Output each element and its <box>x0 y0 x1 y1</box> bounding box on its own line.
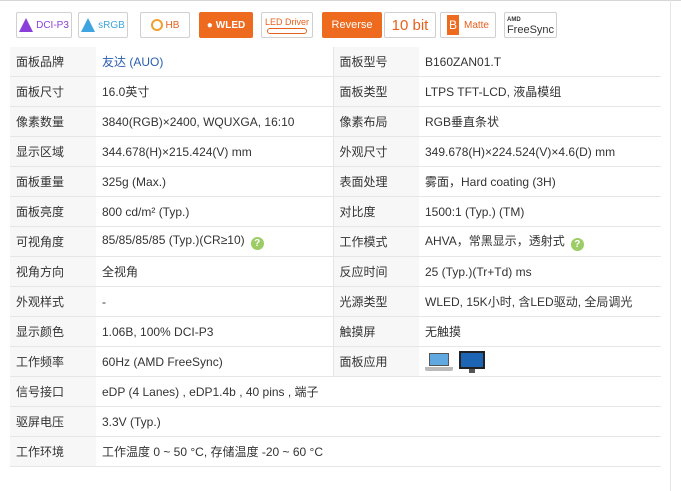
spec-label: 像素数量 <box>10 106 96 137</box>
spec-value: LTPS TFT-LCD, 液晶模组 <box>419 76 661 107</box>
spec-label: 面板尺寸 <box>10 76 96 107</box>
spec-value: eDP (4 Lanes) , eDP1.4b , 40 pins , 端子 <box>96 376 661 407</box>
table-row: 外观样式 - 光源类型 WLED, 15K小时, 含LED驱动, 全局调光 <box>10 286 661 317</box>
table-row: 可视角度 85/85/85/85 (Typ.)(CR≥10)? 工作模式 AHV… <box>10 226 661 257</box>
spec-page: DCI-P3 sRGB HB ● WLED LED Driver Reverse… <box>0 0 681 491</box>
table-row: 显示区域 344.678(H)×215.424(V) mm 外观尺寸 349.6… <box>10 136 661 167</box>
led-strip-icon <box>267 27 307 34</box>
table-row: 工作频率 60Hz (AMD FreeSync) 面板应用 <box>10 346 661 377</box>
badge-reverse-label: Reverse <box>331 19 373 31</box>
top-divider <box>0 0 681 1</box>
table-row: 工作环境 工作温度 0 ~ 50 °C, 存储温度 -20 ~ 60 °C <box>10 436 661 467</box>
sun-icon <box>150 19 163 31</box>
spec-value: 325g (Max.) <box>96 166 333 197</box>
matte-icon: B <box>446 15 459 35</box>
spec-value: 344.678(H)×215.424(V) mm <box>96 136 333 167</box>
table-row: 面板亮度 800 cd/m² (Typ.) 对比度 1500:1 (Typ.) … <box>10 196 661 227</box>
badge-srgb-label: sRGB <box>98 19 125 31</box>
badge-freesync-label: FreeSync <box>506 24 555 36</box>
spec-label: 工作模式 <box>332 226 419 257</box>
spec-value: 25 (Typ.)(Tr+Td) ms <box>419 256 661 287</box>
spec-value: 16.0英寸 <box>96 76 333 107</box>
table-row: 驱屏电压 3.3V (Typ.) <box>10 406 661 437</box>
spec-label: 驱屏电压 <box>10 406 96 437</box>
spec-value: 85/85/85/85 (Typ.)(CR≥10)? <box>96 226 333 257</box>
right-divider <box>670 0 671 491</box>
spec-value: 雾面，Hard coating (3H) <box>419 166 661 197</box>
badge-dci-p3-label: DCI-P3 <box>36 19 69 31</box>
spec-label: 对比度 <box>332 196 419 227</box>
color-gamut-icon <box>81 18 96 32</box>
color-gamut-icon <box>19 18 34 32</box>
spec-label: 工作环境 <box>10 436 96 467</box>
badge-led-driver-label: LED Driver <box>264 16 309 27</box>
spec-label: 面板亮度 <box>10 196 96 227</box>
spec-value: AHVA，常黑显示，透射式? <box>419 226 661 257</box>
table-row: 视角方向 全视角 反应时间 25 (Typ.)(Tr+Td) ms <box>10 256 661 287</box>
spec-label: 显示颜色 <box>10 316 96 347</box>
spec-label: 表面处理 <box>332 166 419 197</box>
table-row: 信号接口 eDP (4 Lanes) , eDP1.4b , 40 pins ,… <box>10 376 661 407</box>
spec-value: 无触摸 <box>419 316 661 347</box>
spec-value: 349.678(H)×224.524(V)×4.6(D) mm <box>419 136 661 167</box>
spec-label: 面板应用 <box>332 346 419 377</box>
spec-value: RGB垂直条状 <box>419 106 661 137</box>
question-circle-icon[interactable]: ? <box>570 238 584 251</box>
spec-label: 可视角度 <box>10 226 96 257</box>
table-row: 面板品牌 友达 (AUO) 面板型号 B160ZAN01.T <box>10 47 661 77</box>
spec-table: 面板品牌 友达 (AUO) 面板型号 B160ZAN01.T 面板尺寸 16.0… <box>10 47 661 467</box>
spec-label: 工作频率 <box>10 346 96 377</box>
badge-10bit: 10 bit <box>384 12 436 38</box>
viewing-angle-value: 85/85/85/85 (Typ.)(CR≥10) <box>102 233 245 247</box>
spec-value: 全视角 <box>96 256 333 287</box>
spec-label: 光源类型 <box>332 286 419 317</box>
table-row: 显示颜色 1.06B, 100% DCI-P3 触摸屏 无触摸 <box>10 316 661 347</box>
spec-value-apps <box>419 346 661 377</box>
badge-10bit-label: 10 bit <box>391 16 429 34</box>
spec-label: 视角方向 <box>10 256 96 287</box>
spec-label: 触摸屏 <box>332 316 419 347</box>
badge-hb: HB <box>140 12 190 38</box>
badge-srgb: sRGB <box>78 12 128 38</box>
spec-value: 1.06B, 100% DCI-P3 <box>96 316 333 347</box>
spec-table-body: 面板品牌 友达 (AUO) 面板型号 B160ZAN01.T 面板尺寸 16.0… <box>10 47 661 467</box>
question-circle-icon[interactable]: ? <box>250 237 264 250</box>
badge-led-driver: LED Driver <box>261 12 313 38</box>
spec-value: 工作温度 0 ~ 50 °C, 存储温度 -20 ~ 60 °C <box>96 436 661 467</box>
spec-label: 像素布局 <box>332 106 419 137</box>
spec-value: 800 cd/m² (Typ.) <box>96 196 333 227</box>
spec-value: 3.3V (Typ.) <box>96 406 661 437</box>
laptop-icon[interactable] <box>425 352 453 371</box>
spec-label: 面板重量 <box>10 166 96 197</box>
spec-label: 显示区域 <box>10 136 96 167</box>
monitor-icon[interactable] <box>459 350 485 373</box>
table-row: 面板重量 325g (Max.) 表面处理 雾面，Hard coating (3… <box>10 166 661 197</box>
table-row: 像素数量 3840(RGB)×2400, WQUXGA, 16:10 像素布局 … <box>10 106 661 137</box>
table-row: 面板尺寸 16.0英寸 面板类型 LTPS TFT-LCD, 液晶模组 <box>10 76 661 107</box>
spec-label: 面板类型 <box>332 76 419 107</box>
operating-mode-value: AHVA，常黑显示，透射式 <box>425 234 565 248</box>
bulb-icon: ● <box>206 19 213 31</box>
badge-hb-label: HB <box>165 19 180 31</box>
spec-label: 信号接口 <box>10 376 96 407</box>
spec-value: WLED, 15K小时, 含LED驱动, 全局调光 <box>419 286 661 317</box>
spec-label: 反应时间 <box>332 256 419 287</box>
spec-value: - <box>96 286 333 317</box>
badge-matte-label: Matte <box>463 19 489 31</box>
badge-wled-label: WLED <box>215 19 246 31</box>
spec-label: 面板型号 <box>332 47 419 77</box>
badge-freesync: AMD FreeSync <box>504 12 557 38</box>
spec-value: 3840(RGB)×2400, WQUXGA, 16:10 <box>96 106 333 137</box>
spec-value: 60Hz (AMD FreeSync) <box>96 346 333 377</box>
badge-dci-p3: DCI-P3 <box>16 12 72 38</box>
spec-value: 友达 (AUO) <box>96 47 333 77</box>
badge-wled: ● WLED <box>199 12 253 38</box>
spec-value: 1500:1 (Typ.) (TM) <box>419 196 661 227</box>
spec-label: 面板品牌 <box>10 47 96 77</box>
spec-value: B160ZAN01.T <box>419 47 661 77</box>
badge-reverse: Reverse <box>322 12 382 38</box>
spec-label: 外观样式 <box>10 286 96 317</box>
spec-label: 外观尺寸 <box>332 136 419 167</box>
badge-matte: B Matte <box>440 12 496 38</box>
